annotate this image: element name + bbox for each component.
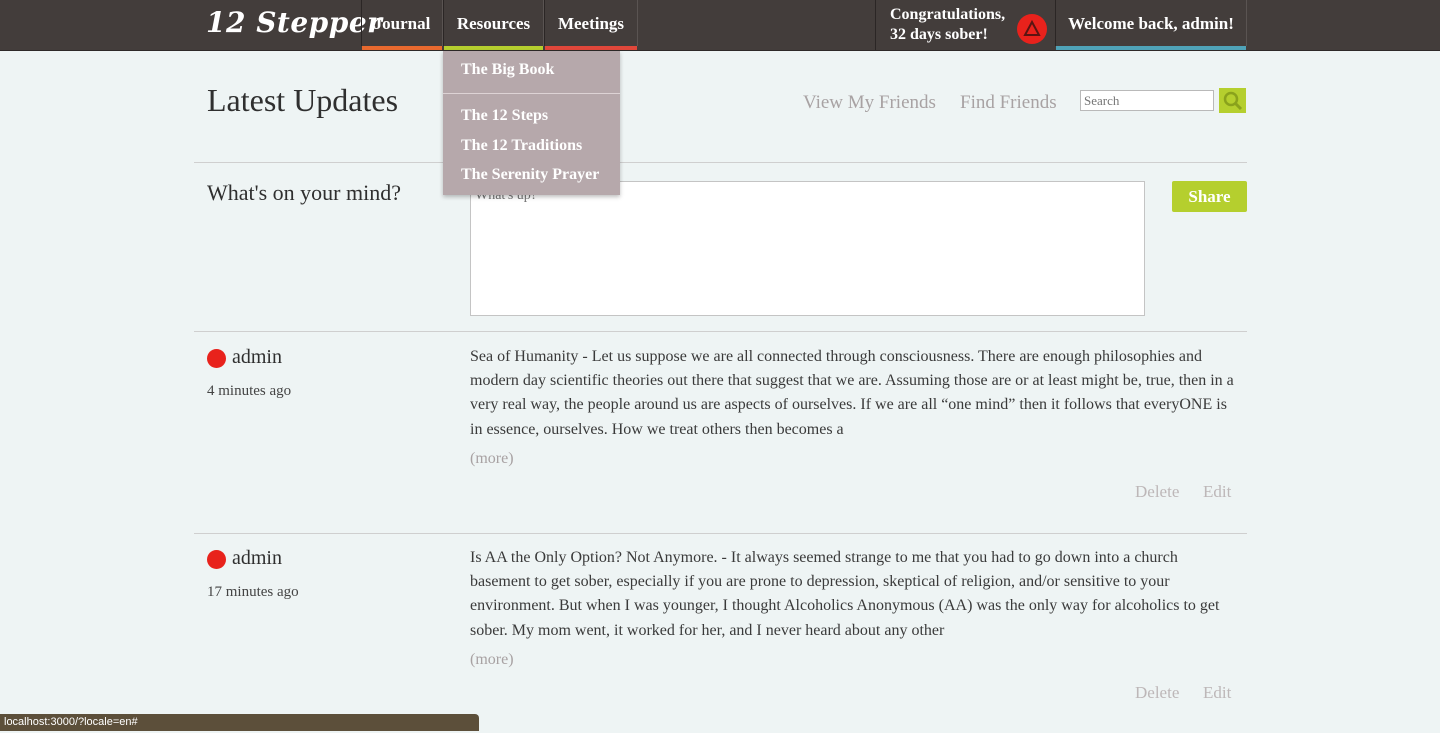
welcome-accent — [1056, 46, 1246, 50]
search-button[interactable] — [1219, 88, 1246, 113]
app-logo[interactable]: 12 Stepper — [206, 6, 382, 39]
welcome-user-menu[interactable]: Welcome back, admin! — [1055, 0, 1247, 50]
aa-triangle-icon — [1017, 14, 1047, 44]
nav-tab-resources-label: Resources — [456, 14, 531, 33]
nav-tab-meetings[interactable]: Meetings — [544, 0, 638, 50]
menu-item-12-steps[interactable]: The 12 Steps — [461, 107, 548, 125]
top-nav-bar: 12 Stepper Journal Resources Meetings Co… — [0, 0, 1440, 51]
post-author[interactable]: admin — [232, 547, 282, 570]
more-link[interactable]: (more) — [470, 651, 514, 669]
post-timestamp: 17 minutes ago — [207, 584, 299, 600]
nav-tab-resources-accent — [444, 46, 543, 50]
nav-tab-resources[interactable]: Resources — [443, 0, 544, 50]
post-body: Is AA the Only Option? Not Anymore. - It… — [470, 549, 1220, 639]
sobriety-counter[interactable]: Congratulations, 32 days sober! — [875, 0, 1055, 50]
update-post: admin 4 minutes ago Sea of Humanity - Le… — [0, 332, 1440, 532]
menu-divider — [443, 93, 620, 94]
welcome-label: Welcome back, admin! — [1068, 14, 1234, 33]
share-button[interactable]: Share — [1172, 181, 1247, 212]
edit-link[interactable]: Edit — [1203, 482, 1231, 502]
update-post: admin 17 minutes ago Is AA the Only Opti… — [0, 533, 1440, 733]
browser-status-url: localhost:3000/?locale=en# — [0, 714, 479, 731]
divider — [194, 162, 1247, 163]
nav-tab-journal-label: Journal — [373, 14, 431, 33]
menu-item-12-traditions[interactable]: The 12 Traditions — [461, 137, 582, 155]
post-timestamp: 4 minutes ago — [207, 383, 292, 399]
search-input[interactable] — [1080, 90, 1214, 111]
avatar — [207, 349, 226, 368]
page-title: Latest Updates — [207, 82, 399, 118]
nav-tab-journal-accent — [362, 46, 442, 50]
post-body: Sea of Humanity - Let us suppose we are … — [470, 348, 1234, 438]
search-icon — [1223, 91, 1243, 111]
menu-item-big-book[interactable]: The Big Book — [461, 61, 554, 79]
edit-link[interactable]: Edit — [1203, 683, 1231, 703]
menu-item-serenity-prayer[interactable]: The Serenity Prayer — [461, 166, 599, 184]
view-friends-link[interactable]: View My Friends — [803, 92, 936, 114]
find-friends-link[interactable]: Find Friends — [960, 92, 1057, 114]
delete-link[interactable]: Delete — [1135, 683, 1179, 703]
status-textarea[interactable] — [470, 181, 1145, 316]
more-link[interactable]: (more) — [470, 450, 514, 468]
resources-dropdown: The Big Book The 12 Steps The 12 Traditi… — [443, 51, 620, 195]
avatar — [207, 550, 226, 569]
nav-tab-meetings-label: Meetings — [557, 14, 625, 33]
nav-tab-meetings-accent — [545, 46, 637, 50]
delete-link[interactable]: Delete — [1135, 482, 1179, 502]
post-author[interactable]: admin — [232, 346, 282, 369]
composer-label: What's on your mind? — [207, 180, 401, 205]
nav-tab-journal[interactable]: Journal — [361, 0, 443, 50]
